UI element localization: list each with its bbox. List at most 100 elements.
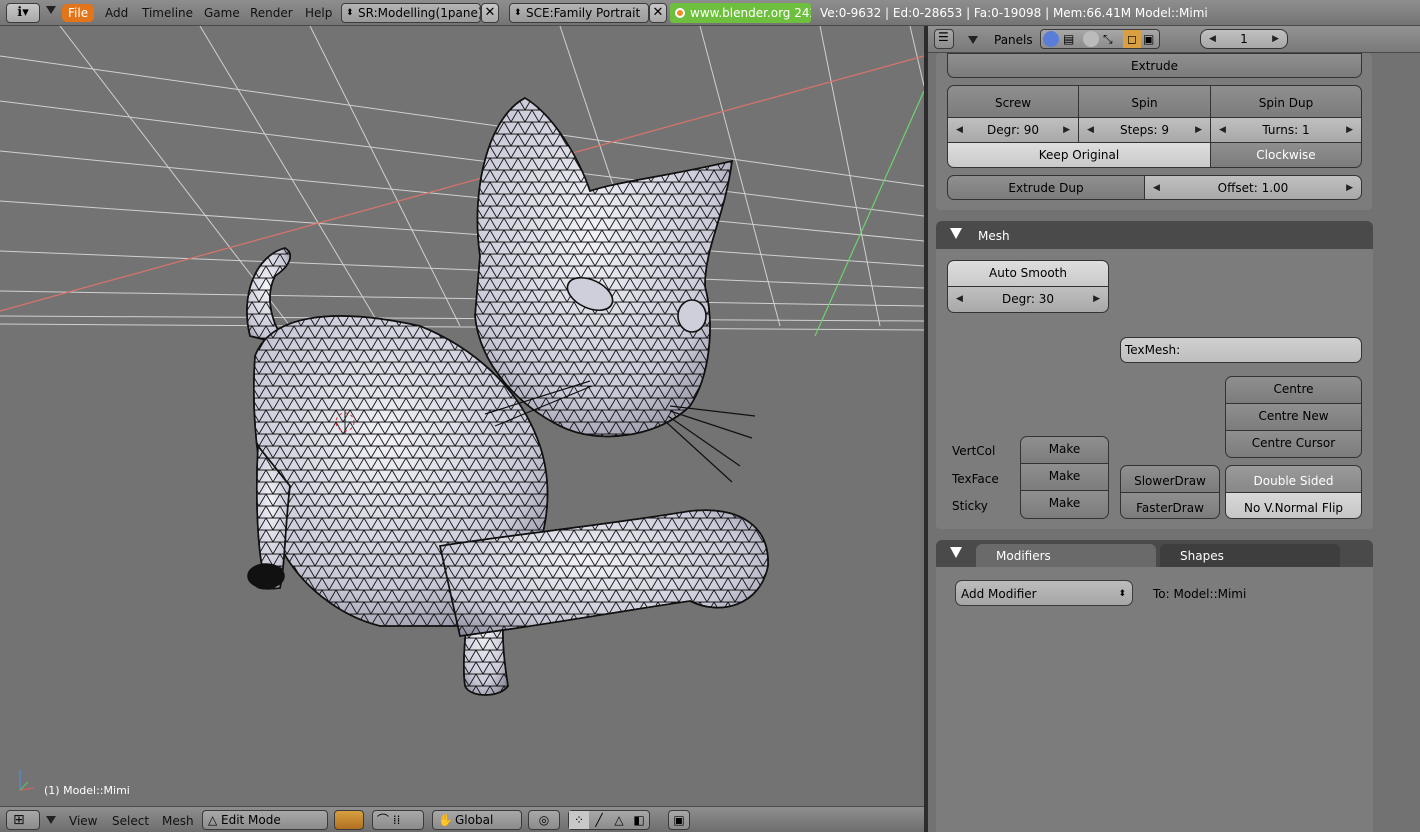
no-vnormal-flip-toggle[interactable]: No V.Normal Flip [1225, 492, 1362, 519]
centre-new-button[interactable]: Centre New [1225, 403, 1362, 431]
editing-icon[interactable]: ◻ [1123, 30, 1141, 48]
centre-cursor-button[interactable]: Centre Cursor [1225, 430, 1362, 458]
frame-value: 1 [1240, 32, 1248, 46]
menu-file[interactable]: File [62, 4, 95, 22]
degr-field[interactable]: ◀ Degr: 90 ▶ [947, 117, 1079, 143]
screen-selector[interactable]: ⬍ SR:Modelling(1pane) [341, 3, 481, 23]
centre-button[interactable]: Centre [1225, 376, 1362, 404]
occlude-icon[interactable]: ◧ [629, 811, 649, 829]
context-tabs: ▤ ⤡ ◻ ▣ [1040, 29, 1160, 49]
menu-select[interactable]: Select [112, 812, 149, 830]
auto-smooth-toggle[interactable]: Auto Smooth [947, 260, 1109, 287]
menu-add[interactable]: Add [99, 4, 134, 22]
menu-help[interactable]: Help [299, 4, 338, 22]
collapse-menu-icon[interactable] [46, 6, 56, 14]
steps-field[interactable]: ◀ Steps: 9 ▶ [1078, 117, 1211, 143]
render-preview-button[interactable]: ▣ [668, 810, 690, 830]
logic-icon[interactable] [1043, 31, 1059, 47]
clockwise-toggle[interactable]: Clockwise [1210, 142, 1362, 168]
vertcol-label: VertCol [952, 444, 996, 458]
shading-icon[interactable] [1083, 31, 1099, 47]
tab-modifiers[interactable]: Modifiers [976, 544, 1156, 568]
decrement-arrow-icon[interactable]: ◀ [1209, 30, 1216, 48]
make-sticky-button[interactable]: Make [1020, 490, 1109, 519]
menu-mesh[interactable]: Mesh [162, 812, 194, 830]
increment-arrow-icon[interactable]: ▶ [1346, 118, 1353, 143]
editor-type-icon[interactable]: ☰ [934, 29, 954, 49]
increment-arrow-icon[interactable]: ▶ [1346, 176, 1353, 200]
keep-original-toggle[interactable]: Keep Original [947, 142, 1211, 168]
orientation-selector[interactable]: ✋ Global [432, 810, 522, 830]
draw-type-button[interactable] [334, 810, 364, 830]
add-modifier-dropdown[interactable]: Add Modifier ⬍ [955, 580, 1133, 606]
edge-select-icon[interactable]: ╱ [589, 811, 609, 829]
decrement-arrow-icon[interactable]: ◀ [1153, 176, 1160, 200]
extrude-dup-button[interactable]: Extrude Dup [947, 175, 1145, 200]
smooth-degr-field[interactable]: ◀ Degr: 30 ▶ [947, 286, 1109, 313]
pivot-icon: ⌒ ⁞⁞ [377, 813, 401, 827]
info-header: ℹ▾ File Add Timeline Game Render Help ⬍ S… [0, 0, 1420, 26]
object-icon[interactable]: ⤡ [1103, 30, 1113, 48]
menu-timeline[interactable]: Timeline [136, 4, 199, 22]
spin-dup-button[interactable]: Spin Dup [1210, 85, 1362, 118]
increment-arrow-icon[interactable]: ▶ [1272, 30, 1279, 48]
scene-selector[interactable]: ⬍ SCE:Family Portrait [509, 3, 649, 23]
face-select-icon[interactable]: △ [609, 811, 629, 829]
texmesh-field[interactable]: TexMesh: [1120, 337, 1362, 363]
decrement-arrow-icon[interactable]: ◀ [956, 287, 963, 312]
edit-mode-icon: △ [208, 813, 218, 827]
cat-mesh [246, 97, 769, 696]
collapse-menu-icon[interactable] [968, 36, 978, 44]
extrude-button[interactable]: Extrude [947, 53, 1362, 78]
updown-icon: ⬍ [346, 8, 354, 18]
viewport-canvas[interactable] [0, 26, 924, 806]
slower-draw-button[interactable]: SlowerDraw [1120, 465, 1220, 493]
grid-floor [0, 26, 924, 331]
decrement-arrow-icon[interactable]: ◀ [956, 118, 963, 143]
frame-number-field[interactable]: ◀ 1 ▶ [1200, 29, 1288, 49]
make-vertcol-button[interactable]: Make [1020, 436, 1109, 464]
steps-value: Steps: 9 [1119, 123, 1170, 137]
panels-menu[interactable]: Panels [994, 31, 1033, 49]
double-sided-toggle[interactable]: Double Sided [1225, 465, 1362, 493]
mesh-panel-title: Mesh [978, 229, 1010, 243]
turns-field[interactable]: ◀ Turns: 1 ▶ [1210, 117, 1362, 143]
smooth-degr-value: Degr: 30 [1001, 292, 1055, 306]
mode-selector[interactable]: △ Edit Mode [202, 810, 328, 830]
tab-shapes[interactable]: Shapes [1160, 544, 1340, 568]
menu-render[interactable]: Render [244, 4, 299, 22]
vertex-select-icon[interactable]: ⁘ [569, 811, 589, 829]
scene-stats: Ve:0-9632 | Ed:0-28653 | Fa:0-19098 | Me… [820, 6, 1208, 20]
blender-url-link[interactable]: www.blender.org 242 [670, 3, 811, 23]
collapse-triangle-icon[interactable] [950, 228, 962, 239]
decrement-arrow-icon[interactable]: ◀ [1219, 118, 1226, 143]
make-texface-button[interactable]: Make [1020, 463, 1109, 491]
scene-icon[interactable]: ▣ [1143, 30, 1154, 48]
offset-field[interactable]: ◀ Offset: 1.00 ▶ [1144, 175, 1362, 200]
mesh-panel-header[interactable]: Mesh [936, 221, 1373, 249]
increment-arrow-icon[interactable]: ▶ [1063, 118, 1070, 143]
updown-icon: ⬍ [1118, 589, 1126, 599]
script-icon[interactable]: ▤ [1063, 30, 1074, 48]
menu-view[interactable]: View [69, 812, 97, 830]
delete-screen-button[interactable]: ✕ [481, 3, 499, 23]
menu-game[interactable]: Game [198, 4, 246, 22]
increment-arrow-icon[interactable]: ▶ [1093, 287, 1100, 312]
collapse-menu-icon[interactable] [46, 816, 56, 824]
faster-draw-button[interactable]: FasterDraw [1120, 492, 1220, 519]
3d-viewport[interactable] [0, 26, 924, 806]
increment-arrow-icon[interactable]: ▶ [1195, 118, 1202, 143]
spin-button[interactable]: Spin [1078, 85, 1211, 118]
collapse-triangle-icon[interactable] [950, 547, 962, 558]
screw-button[interactable]: Screw [947, 85, 1079, 118]
active-object-label: (1) Model::Mimi [44, 784, 130, 797]
delete-scene-button[interactable]: ✕ [649, 3, 667, 23]
modifier-target-label: To: Model::Mimi [1153, 587, 1247, 601]
proportional-edit-button[interactable]: ◎ [528, 810, 560, 830]
modifiers-panel [936, 567, 1373, 832]
pivot-selector[interactable]: ⌒ ⁞⁞ [372, 810, 424, 830]
screen-name: SR:Modelling(1pane) [358, 6, 481, 20]
decrement-arrow-icon[interactable]: ◀ [1087, 118, 1094, 143]
editor-type-icon[interactable]: ⊞ [6, 810, 40, 830]
window-type-icon[interactable]: ℹ▾ [6, 3, 40, 23]
